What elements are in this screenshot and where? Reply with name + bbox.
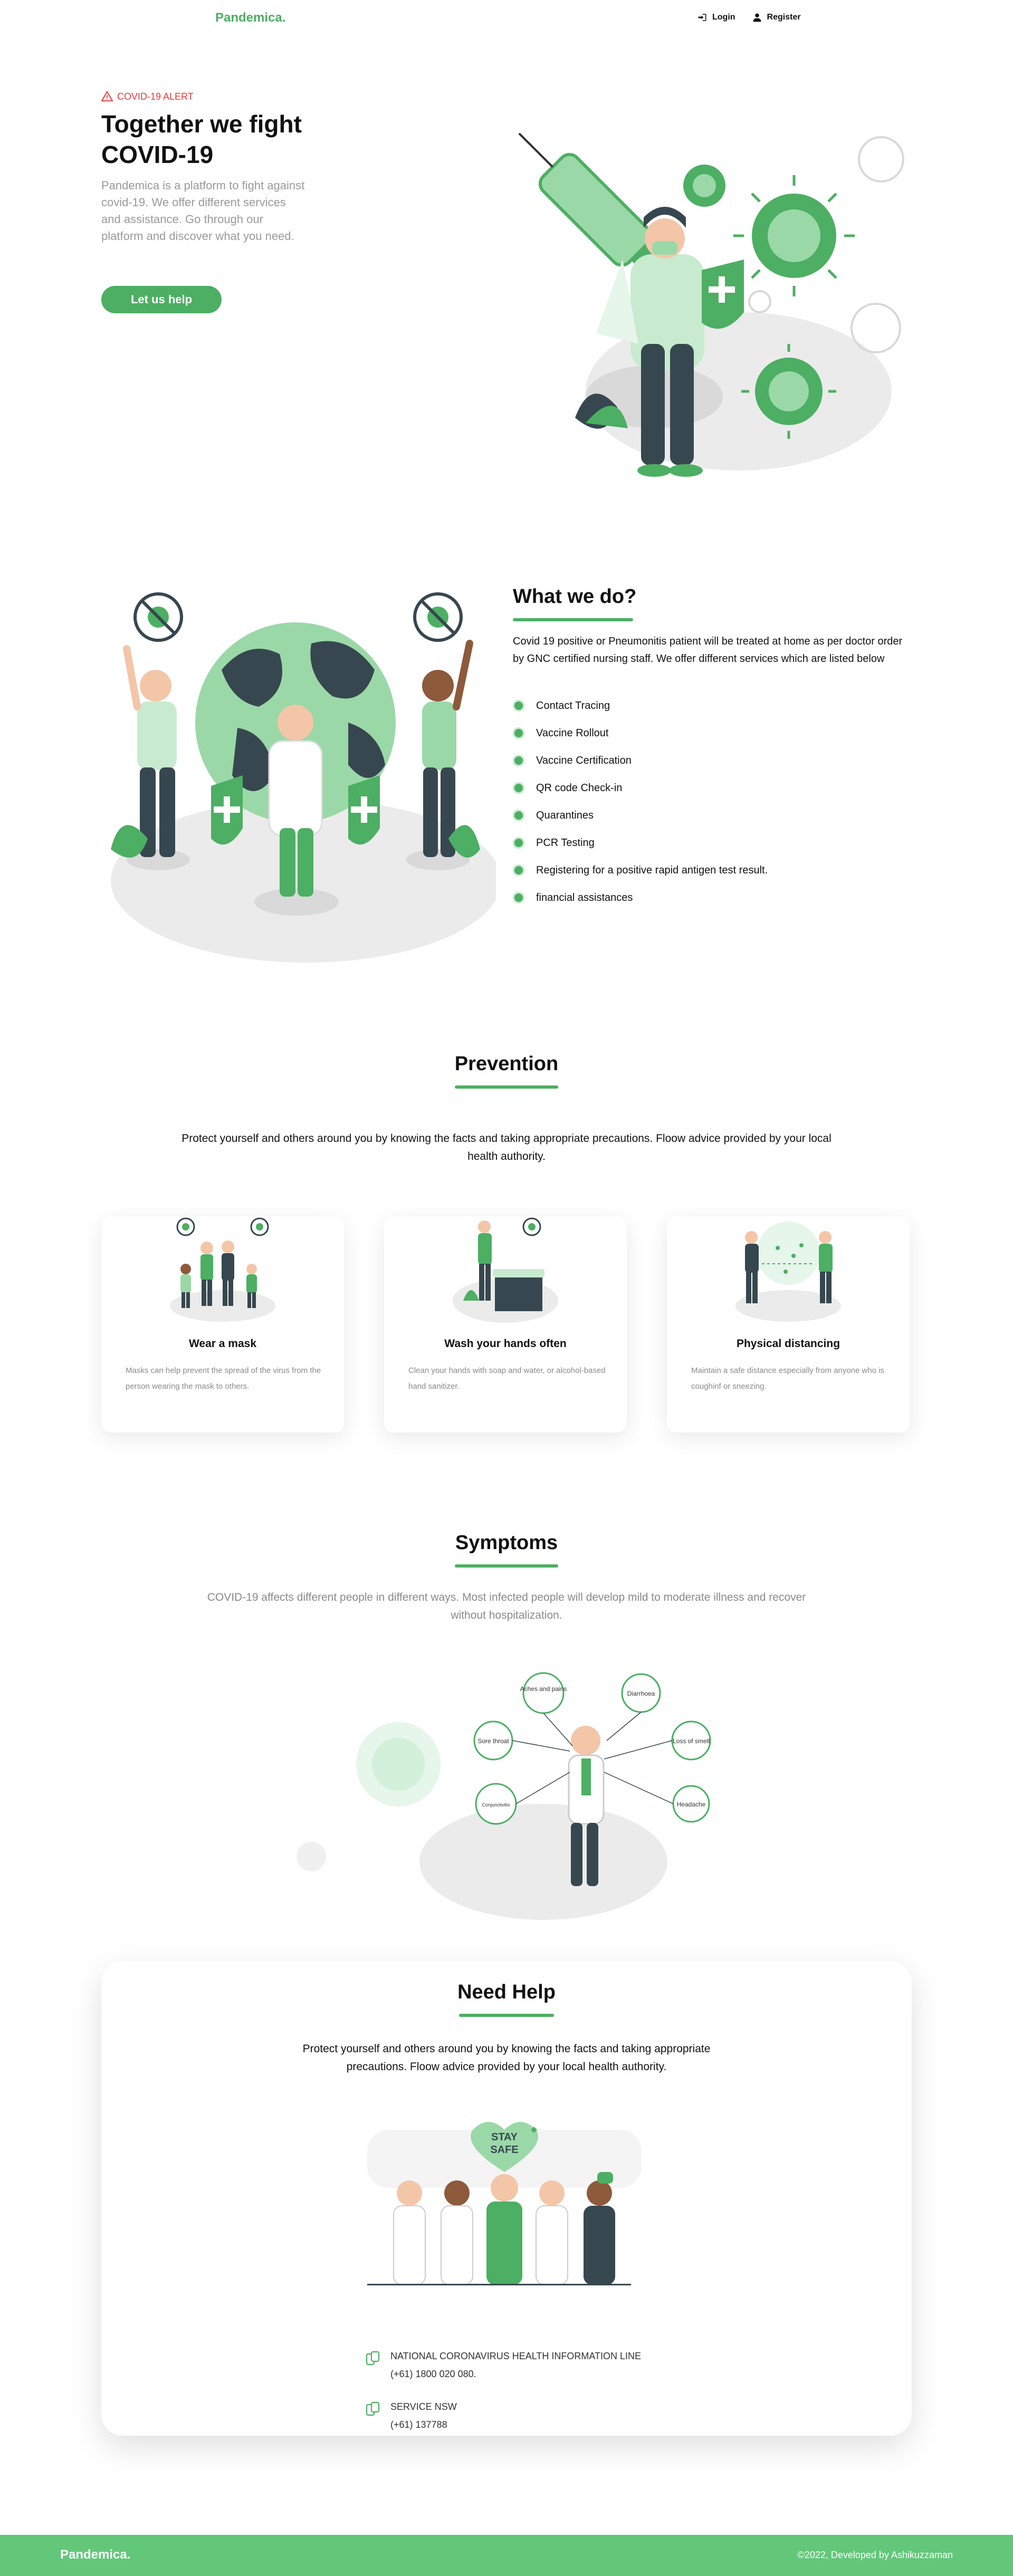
- register-label: Register: [767, 13, 801, 22]
- phone-icon: [366, 2351, 380, 2366]
- symptoms-title: Symptoms: [455, 1532, 558, 1554]
- service-label: Vaccine Certification: [536, 754, 632, 766]
- bullet-dot: [513, 782, 524, 794]
- hero-title: Together we fight COVID-19: [101, 110, 302, 168]
- bullet-dot: [513, 755, 524, 766]
- symptom-label-headache: Headache: [677, 1801, 706, 1808]
- globe-illustration: [111, 592, 496, 963]
- bullet-dot: [513, 810, 524, 821]
- list-item: Contact Tracing: [513, 692, 768, 719]
- what-we-do-description: Covid 19 positive or Pneumonitis patient…: [513, 636, 903, 665]
- phone-icon: [366, 2401, 380, 2416]
- hero-section: COVID-19 ALERT Together we fight COVID-1…: [0, 38, 1013, 502]
- symptoms-illustration: Aches and pains Diarrhoea Sore throat Lo…: [297, 1672, 711, 1920]
- login-label: Login: [712, 13, 735, 22]
- bullet-dot: [513, 864, 524, 876]
- bullet-dot: [513, 892, 524, 903]
- register-link[interactable]: Register: [752, 13, 801, 22]
- footer-logo[interactable]: Pandemica.: [60, 2548, 130, 2562]
- list-item: Registering for a positive rapid antigen…: [513, 857, 768, 884]
- nav-links: Login Register: [697, 13, 801, 22]
- what-we-do-title: What we do?: [513, 585, 637, 608]
- list-item: QR code Check-in: [513, 774, 768, 802]
- service-label: Quarantines: [536, 809, 594, 821]
- hero-illustration: [518, 132, 904, 477]
- service-label: PCR Testing: [536, 837, 595, 849]
- stay-safe-line2: SAFE: [490, 2144, 518, 2156]
- prevention-title: Prevention: [454, 1053, 559, 1075]
- covid-alert: COVID-19 ALERT: [101, 91, 194, 102]
- stay-safe-line1: STAY: [491, 2131, 518, 2143]
- list-item: PCR Testing: [513, 829, 768, 857]
- site-logo[interactable]: Pandemica.: [215, 11, 285, 25]
- list-item: Vaccine Rollout: [513, 719, 768, 747]
- service-label: QR code Check-in: [536, 782, 623, 794]
- services-list: Contact Tracing Vaccine Rollout Vaccine …: [513, 692, 768, 911]
- card-title: Wear a mask: [188, 1338, 257, 1350]
- wash-hands-illustration: [453, 1217, 558, 1323]
- service-label: Vaccine Rollout: [536, 727, 609, 739]
- prevention-card-distancing: Physical distancing Maintain a safe dist…: [667, 1216, 910, 1433]
- card-description: Maintain a safe distance especially from…: [691, 1366, 885, 1391]
- list-item: Vaccine Certification: [513, 747, 768, 774]
- prevention-description: Protect yourself and others around you b…: [181, 1132, 832, 1162]
- footer-credit: ©2022, Developed by Ashikuzzaman: [797, 2550, 953, 2560]
- need-help-description: Protect yourself and others around you b…: [302, 2043, 711, 2073]
- contact-name: NATIONAL CORONAVIRUS HEALTH INFORMATION …: [390, 2351, 642, 2361]
- contact-phone[interactable]: (+61) 137788: [390, 2416, 457, 2434]
- need-help-card: Need Help Protect yourself and others ar…: [101, 1961, 912, 2436]
- list-item: Quarantines: [513, 802, 768, 829]
- prevention-card-mask: Wear a mask Masks can help prevent the s…: [101, 1216, 344, 1433]
- symptom-label-loss-of-smell: Loss of smell: [673, 1737, 710, 1745]
- service-label: financial assistances: [536, 891, 633, 903]
- distancing-illustration: [735, 1222, 841, 1322]
- card-title: Wash your hands often: [444, 1338, 567, 1350]
- medical-team-illustration: STAY SAFE: [367, 2122, 642, 2285]
- contact-service-nsw: SERVICE NSW (+61) 137788: [365, 2398, 457, 2434]
- bullet-dot: [513, 727, 524, 739]
- contact-name: SERVICE NSW: [390, 2401, 457, 2412]
- need-help-title: Need Help: [457, 1981, 556, 2003]
- top-navbar: Pandemica. Login Register: [0, 0, 1013, 38]
- prevention-cards: Wear a mask Masks can help prevent the s…: [101, 1216, 910, 1433]
- service-label: Contact Tracing: [536, 699, 610, 712]
- contact-national-line: NATIONAL CORONAVIRUS HEALTH INFORMATION …: [365, 2347, 641, 2383]
- user-icon: [753, 13, 761, 22]
- symptom-label-sore-throat: Sore throat: [477, 1737, 509, 1745]
- login-link[interactable]: Login: [697, 13, 735, 22]
- title-underline: [455, 1564, 558, 1568]
- symptom-label-conjunctivitis: Conjunctivitis: [482, 1802, 510, 1808]
- footer: Pandemica. ©2022, Developed by Ashikuzza…: [0, 2535, 1013, 2576]
- card-description: Clean your hands with soap and water, or…: [408, 1366, 606, 1391]
- alert-text: COVID-19 ALERT: [117, 91, 194, 102]
- service-label: Registering for a positive rapid antigen…: [536, 864, 768, 876]
- symptom-label-aches: Aches and pains: [520, 1685, 567, 1693]
- symptoms-description: COVID-19 affects different people in dif…: [207, 1591, 806, 1621]
- let-us-help-button[interactable]: Let us help: [101, 286, 222, 313]
- card-description: Masks can help prevent the spread of the…: [126, 1366, 321, 1391]
- hero-description: Pandemica is a platform to fight against…: [101, 179, 305, 243]
- mask-illustration: [170, 1217, 275, 1322]
- list-item: financial assistances: [513, 884, 768, 911]
- contact-phone[interactable]: (+61) 1800 020 080.: [390, 2365, 641, 2383]
- title-underline: [459, 2014, 554, 2017]
- prevention-card-wash-hands: Wash your hands often Clean your hands w…: [384, 1216, 627, 1433]
- login-icon: [698, 14, 706, 21]
- bullet-dot: [513, 837, 524, 849]
- symptom-label-diarrhoea: Diarrhoea: [627, 1690, 655, 1697]
- title-underline: [455, 1085, 558, 1089]
- warning-icon: [101, 91, 113, 102]
- title-underline: [513, 618, 633, 621]
- bullet-dot: [513, 700, 524, 712]
- card-title: Physical distancing: [736, 1338, 840, 1350]
